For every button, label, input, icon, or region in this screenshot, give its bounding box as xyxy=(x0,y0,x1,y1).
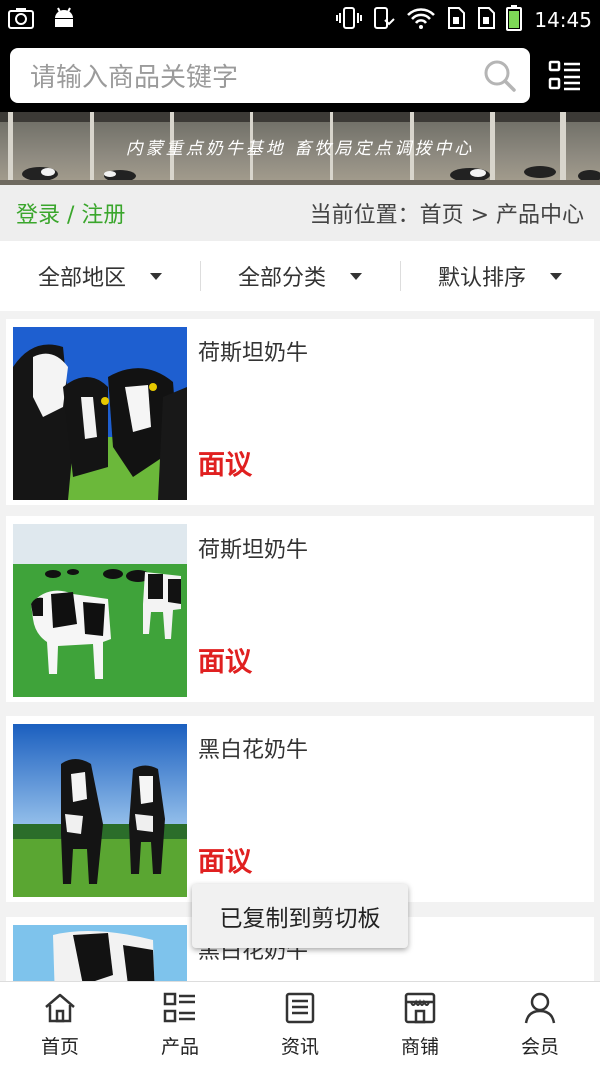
login-register-link[interactable]: 登录 / 注册 xyxy=(16,197,125,229)
nav-label: 会员 xyxy=(520,1036,559,1058)
product-image xyxy=(13,925,187,981)
product-image xyxy=(13,524,187,697)
android-icon xyxy=(52,6,76,34)
filter-sort[interactable]: 默认排序 xyxy=(400,241,600,311)
product-image xyxy=(13,327,187,500)
product-price: 面议 xyxy=(198,847,252,878)
user-icon xyxy=(523,992,557,1028)
product-price: 面议 xyxy=(198,647,252,678)
list-menu-icon[interactable] xyxy=(540,52,590,100)
product-name: 黑白花奶牛 xyxy=(198,738,309,763)
product-image xyxy=(13,724,187,897)
nav-label: 资讯 xyxy=(280,1036,319,1058)
product-card[interactable]: 荷斯坦奶牛 面议 xyxy=(6,319,594,505)
nav-products[interactable]: 产品 xyxy=(120,982,240,1067)
search-bar[interactable]: 请输入商品关键字 xyxy=(10,48,530,103)
nav-shop[interactable]: 商铺 xyxy=(360,982,480,1067)
product-name: 荷斯坦奶牛 xyxy=(198,538,309,563)
header: 请输入商品关键字 xyxy=(0,40,600,112)
toast-message: 已复制到剪切板 xyxy=(192,884,408,948)
product-card[interactable]: 荷斯坦奶牛 面议 xyxy=(6,516,594,702)
nav-home[interactable]: 首页 xyxy=(0,982,120,1067)
filter-label: 全部地区 xyxy=(37,266,126,291)
battery-icon xyxy=(506,5,523,35)
bottom-nav: 首页 产品 资讯 商铺 会员 xyxy=(0,981,600,1067)
vibrate-icon xyxy=(336,6,363,34)
search-icon[interactable] xyxy=(470,48,530,103)
status-bar: 14:45 xyxy=(0,0,600,40)
promo-banner[interactable]: 内蒙重点奶牛基地 畜牧局定点调拨中心 xyxy=(0,112,600,185)
filter-label: 全部分类 xyxy=(237,266,326,291)
filter-bar: 全部地区 全部分类 默认排序 xyxy=(0,241,600,311)
shop-icon xyxy=(403,992,437,1028)
mute-icon xyxy=(372,6,396,34)
filter-region[interactable]: 全部地区 xyxy=(0,241,200,311)
nav-label: 产品 xyxy=(160,1036,199,1058)
sim1-icon xyxy=(446,6,466,34)
caret-down-icon xyxy=(350,272,362,280)
product-card[interactable]: 黑白花奶牛 面议 xyxy=(6,716,594,902)
crumb-bar: 登录 / 注册 当前位置：首页 > 产品中心 xyxy=(0,185,600,241)
clock: 14:45 xyxy=(534,8,592,32)
nav-label: 首页 xyxy=(40,1036,79,1058)
product-name: 荷斯坦奶牛 xyxy=(198,341,309,366)
product-price: 面议 xyxy=(198,450,252,481)
nav-news[interactable]: 资讯 xyxy=(240,982,360,1067)
caret-down-icon xyxy=(550,272,562,280)
nav-member[interactable]: 会员 xyxy=(480,982,600,1067)
home-icon xyxy=(43,992,77,1028)
sim2-icon xyxy=(476,6,496,34)
filter-category[interactable]: 全部分类 xyxy=(200,241,400,311)
wifi-icon xyxy=(406,6,436,34)
breadcrumb: 当前位置：首页 > 产品中心 xyxy=(309,203,584,228)
nav-label: 商铺 xyxy=(400,1036,439,1058)
product-list: 荷斯坦奶牛 面议 荷斯坦奶牛 面议 黑白花奶牛 面议 黑白花奶牛 xyxy=(0,311,600,981)
search-input[interactable]: 请输入商品关键字 xyxy=(30,57,470,94)
banner-text: 内蒙重点奶牛基地 畜牧局定点调拨中心 xyxy=(125,139,475,159)
camera-icon xyxy=(8,7,34,33)
caret-down-icon xyxy=(150,272,162,280)
product-grid-icon xyxy=(163,992,197,1028)
filter-label: 默认排序 xyxy=(437,266,526,291)
news-icon xyxy=(283,992,317,1028)
